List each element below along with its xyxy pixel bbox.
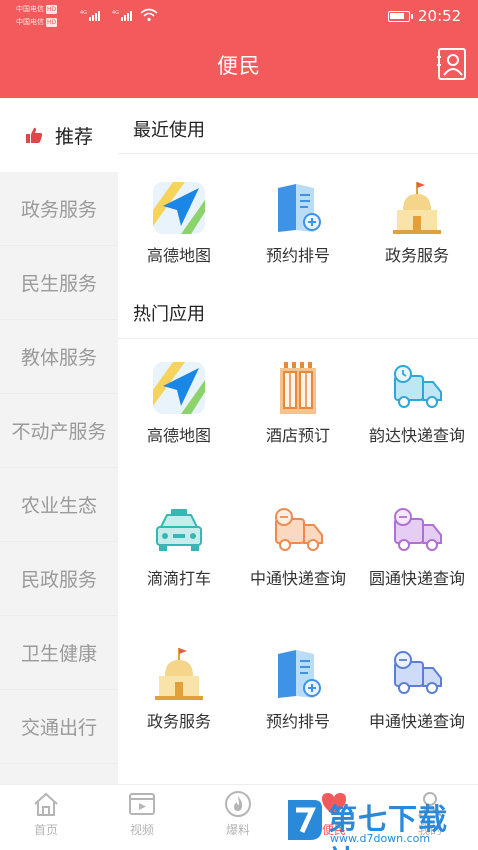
sidebar-item-label: 卫生健康 <box>20 643 97 665</box>
svg-text:4G: 4G <box>80 10 87 16</box>
delivery-truck-icon <box>394 651 442 694</box>
taxi-icon <box>156 509 202 551</box>
sidebar-item-label: 推荐 <box>54 125 93 148</box>
carrier-1: 中国电信 HD <box>16 5 58 14</box>
sidebar-item-livelihood[interactable]: 民生服务 <box>0 246 118 320</box>
carrier-2: 中国电信 HD <box>16 18 58 27</box>
app-label: 韵达快递查询 <box>368 426 465 445</box>
app-tile-appointment[interactable]: 预约排号 <box>239 180 357 268</box>
tab-label: 视频 <box>129 823 154 837</box>
sidebar-item-agriculture[interactable]: 农业生态 <box>0 468 118 542</box>
tab-home[interactable]: 首页 <box>16 789 76 838</box>
tab-label: 首页 <box>33 823 58 837</box>
book-plus-icon <box>278 650 321 698</box>
app-label: 预约排号 <box>265 246 330 265</box>
sidebar-item-real-estate[interactable]: 不动产服务 <box>0 394 118 468</box>
sidebar-item-label: 交通出行 <box>20 717 97 739</box>
app-tile-appointment[interactable]: 预约排号 <box>239 646 357 734</box>
app-label: 中通快递查询 <box>249 569 346 588</box>
delivery-truck-icon <box>394 365 442 408</box>
app-tile-amap[interactable]: 高德地图 <box>120 180 238 268</box>
home-icon <box>34 792 58 816</box>
fire-icon <box>225 791 251 817</box>
app-label: 预约排号 <box>265 712 330 731</box>
app-header: 中国电信 HD 中国电信 HD 4G 4G 20:52 便民 <box>0 0 478 98</box>
delivery-truck-icon <box>275 508 323 551</box>
map-icon <box>153 182 205 234</box>
sidebar-item-label: 民生服务 <box>20 273 97 295</box>
sidebar-item-recommend[interactable]: 推荐 <box>0 98 118 172</box>
app-tile-hotel[interactable]: 酒店预订 <box>239 360 357 448</box>
sidebar-item-health[interactable]: 卫生健康 <box>0 616 118 690</box>
signal-icon: 4G <box>80 10 100 21</box>
section-title-recent: 最近使用 <box>133 120 205 141</box>
divider <box>118 338 478 339</box>
watermark-url: www.d7down.com <box>330 832 431 845</box>
section-title-hot: 热门应用 <box>133 304 205 325</box>
app-label: 高德地图 <box>146 246 211 265</box>
battery-icon <box>388 11 413 22</box>
sidebar-item-government[interactable]: 政务服务 <box>0 172 118 246</box>
wifi-icon <box>140 8 158 22</box>
tab-label: 爆料 <box>225 823 250 837</box>
sidebar-item-label: 农业生态 <box>20 495 97 517</box>
tab-tips[interactable]: 爆料 <box>208 789 268 838</box>
watermark-logo-icon <box>288 800 322 840</box>
status-bar: 中国电信 HD 中国电信 HD 4G 4G 20:52 <box>0 0 478 34</box>
app-tile-amap[interactable]: 高德地图 <box>120 360 238 448</box>
sidebar-item-label: 不动产服务 <box>11 421 107 443</box>
page-title: 便民 <box>217 54 261 78</box>
app-label: 圆通快递查询 <box>368 569 465 588</box>
app-tile-yto-express[interactable]: 圆通快递查询 <box>358 503 476 591</box>
app-tile-sto-express[interactable]: 申通快递查询 <box>358 646 476 734</box>
thumbs-up-icon <box>25 127 43 143</box>
delivery-truck-icon <box>394 508 442 551</box>
sidebar-item-label: 政务服务 <box>20 199 97 221</box>
watermark: 第七下载站 www.d7down.com <box>284 796 474 850</box>
signal-icon: 4G <box>112 10 132 21</box>
video-icon <box>129 793 155 815</box>
battery-level <box>390 13 404 19</box>
status-time: 20:52 <box>418 7 462 25</box>
divider <box>118 153 478 154</box>
sidebar-item-education[interactable]: 教体服务 <box>0 320 118 394</box>
sidebar-item-transport[interactable]: 交通出行 <box>0 690 118 764</box>
sidebar-item-label: 教体服务 <box>20 347 97 369</box>
sidebar-item-civil-affairs[interactable]: 民政服务 <box>0 542 118 616</box>
contact-card-icon[interactable] <box>437 47 467 81</box>
government-building-icon <box>155 648 203 700</box>
book-plus-icon <box>278 184 321 232</box>
app-tile-government[interactable]: 政务服务 <box>120 646 238 734</box>
government-building-icon <box>393 182 441 234</box>
sidebar-item-label: 民政服务 <box>20 569 97 591</box>
app-tile-didi[interactable]: 滴滴打车 <box>120 503 238 591</box>
map-icon <box>153 362 205 414</box>
app-label: 酒店预订 <box>265 426 330 445</box>
app-label: 高德地图 <box>146 426 211 445</box>
app-label: 政务服务 <box>384 246 449 265</box>
app-label: 申通快递查询 <box>368 712 465 731</box>
app-tile-zto-express[interactable]: 中通快递查询 <box>239 503 357 591</box>
app-label: 滴滴打车 <box>146 569 211 588</box>
category-sidebar: 推荐 政务服务 民生服务 教体服务 不动产服务 农业生态 民政服务 卫生健康 交… <box>0 98 118 784</box>
svg-text:4G: 4G <box>112 10 119 16</box>
hotel-icon <box>280 362 316 414</box>
app-tile-yunda-express[interactable]: 韵达快递查询 <box>358 360 476 448</box>
app-label: 政务服务 <box>146 712 211 731</box>
tab-video[interactable]: 视频 <box>112 789 172 838</box>
app-tile-government[interactable]: 政务服务 <box>358 180 476 268</box>
